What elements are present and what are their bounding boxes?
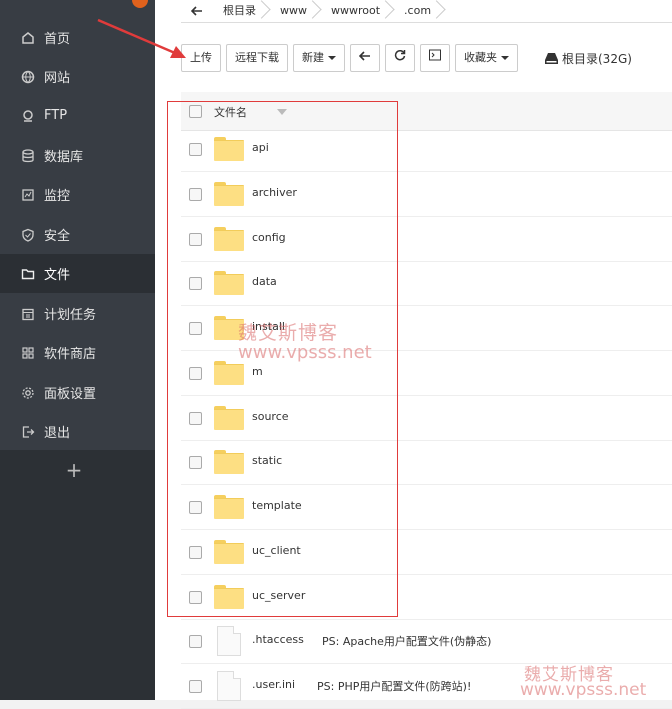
terminal-button[interactable] bbox=[420, 44, 450, 72]
file-note: PS: Apache用户配置文件(伪静态) bbox=[322, 635, 492, 648]
gear-icon bbox=[20, 385, 36, 401]
breadcrumb-domain: .com bbox=[404, 4, 432, 17]
favorites-label: 收藏夹 bbox=[464, 51, 497, 64]
sidebar-item-database[interactable]: 数据库 bbox=[0, 136, 155, 175]
caret-down-icon bbox=[328, 56, 336, 60]
sidebar-item-logout[interactable]: 退出 bbox=[0, 412, 155, 451]
sidebar-item-files[interactable]: 文件 bbox=[0, 254, 155, 293]
sidebar-item-security[interactable]: 安全 bbox=[0, 215, 155, 254]
disk-indicator[interactable]: 根目录(32G) bbox=[545, 50, 632, 67]
calendar-icon bbox=[20, 306, 36, 322]
row-checkbox[interactable] bbox=[189, 680, 202, 693]
new-label: 新建 bbox=[302, 51, 324, 64]
home-icon bbox=[20, 30, 36, 46]
file-name[interactable]: .htaccess bbox=[252, 633, 304, 646]
breadcrumb-item[interactable]: .com bbox=[394, 0, 445, 22]
sidebar-item-label: 监控 bbox=[44, 189, 71, 204]
folder-icon bbox=[20, 266, 36, 282]
back-button[interactable] bbox=[350, 44, 380, 72]
monitor-icon bbox=[20, 187, 36, 203]
watermark-url: www.vpsss.net bbox=[520, 680, 647, 700]
file-icon bbox=[217, 626, 241, 656]
breadcrumb-item[interactable]: www bbox=[270, 0, 321, 22]
sidebar-item-label: 计划任务 bbox=[44, 308, 97, 323]
ftp-icon bbox=[20, 108, 36, 124]
refresh-icon bbox=[394, 45, 406, 71]
sidebar-item-store[interactable]: 软件商店 bbox=[0, 333, 155, 372]
back-arrow-icon bbox=[358, 45, 371, 71]
breadcrumb-item[interactable]: wwwroot bbox=[321, 0, 394, 22]
file-icon bbox=[217, 671, 241, 701]
sidebar-item-label: 文件 bbox=[44, 268, 71, 283]
back-arrow-icon[interactable] bbox=[181, 6, 213, 16]
globe-icon bbox=[20, 69, 36, 85]
sidebar-item-label: 软件商店 bbox=[44, 347, 97, 362]
shield-icon bbox=[20, 227, 36, 243]
favorites-button[interactable]: 收藏夹 bbox=[455, 44, 518, 72]
remote-download-button[interactable]: 远程下载 bbox=[226, 44, 288, 72]
sidebar-item-label: 数据库 bbox=[44, 150, 84, 165]
sidebar-item-label: 网站 bbox=[44, 71, 71, 86]
terminal-icon bbox=[429, 45, 441, 71]
sidebar-item-settings[interactable]: 面板设置 bbox=[0, 373, 155, 412]
disk-icon bbox=[545, 52, 558, 64]
file-note: PS: PHP用户配置文件(防跨站)! bbox=[317, 680, 472, 693]
sidebar: 首页 网站 FTP 数据库 监控 安全 文件 计划任务 软件商店 面板设置 退出… bbox=[0, 0, 155, 700]
watermark-url: www.vpsss.net bbox=[238, 342, 372, 363]
grid-icon bbox=[20, 345, 36, 361]
disk-label: 根目录(32G) bbox=[562, 51, 632, 66]
add-menu-button[interactable]: + bbox=[64, 455, 84, 485]
sidebar-item-label: 退出 bbox=[44, 426, 71, 441]
breadcrumb-item[interactable]: 根目录 bbox=[213, 0, 270, 22]
sidebar-item-label: 首页 bbox=[44, 32, 71, 47]
new-button[interactable]: 新建 bbox=[293, 44, 345, 72]
file-row[interactable]: .htaccess PS: Apache用户配置文件(伪静态) bbox=[181, 619, 672, 664]
sidebar-item-ftp[interactable]: FTP bbox=[0, 96, 155, 135]
logout-icon bbox=[20, 424, 36, 440]
annotation-arrow-icon bbox=[97, 18, 186, 58]
sidebar-item-label: 安全 bbox=[44, 229, 71, 244]
sidebar-item-label: 面板设置 bbox=[44, 387, 97, 402]
watermark-text: 魏艾斯博客 bbox=[238, 322, 339, 344]
sidebar-footer bbox=[0, 450, 155, 700]
sidebar-item-label: FTP bbox=[44, 108, 68, 123]
toolbar: 上传 远程下载 新建 收藏夹 根目录(32G) bbox=[181, 44, 632, 72]
sidebar-item-cron[interactable]: 计划任务 bbox=[0, 294, 155, 333]
sidebar-item-monitor[interactable]: 监控 bbox=[0, 175, 155, 214]
database-icon bbox=[20, 148, 36, 164]
caret-down-icon bbox=[501, 56, 509, 60]
refresh-button[interactable] bbox=[385, 44, 415, 72]
file-name[interactable]: .user.ini bbox=[252, 678, 295, 691]
row-checkbox[interactable] bbox=[189, 635, 202, 648]
breadcrumb: 根目录 www wwwroot .com bbox=[181, 0, 672, 23]
